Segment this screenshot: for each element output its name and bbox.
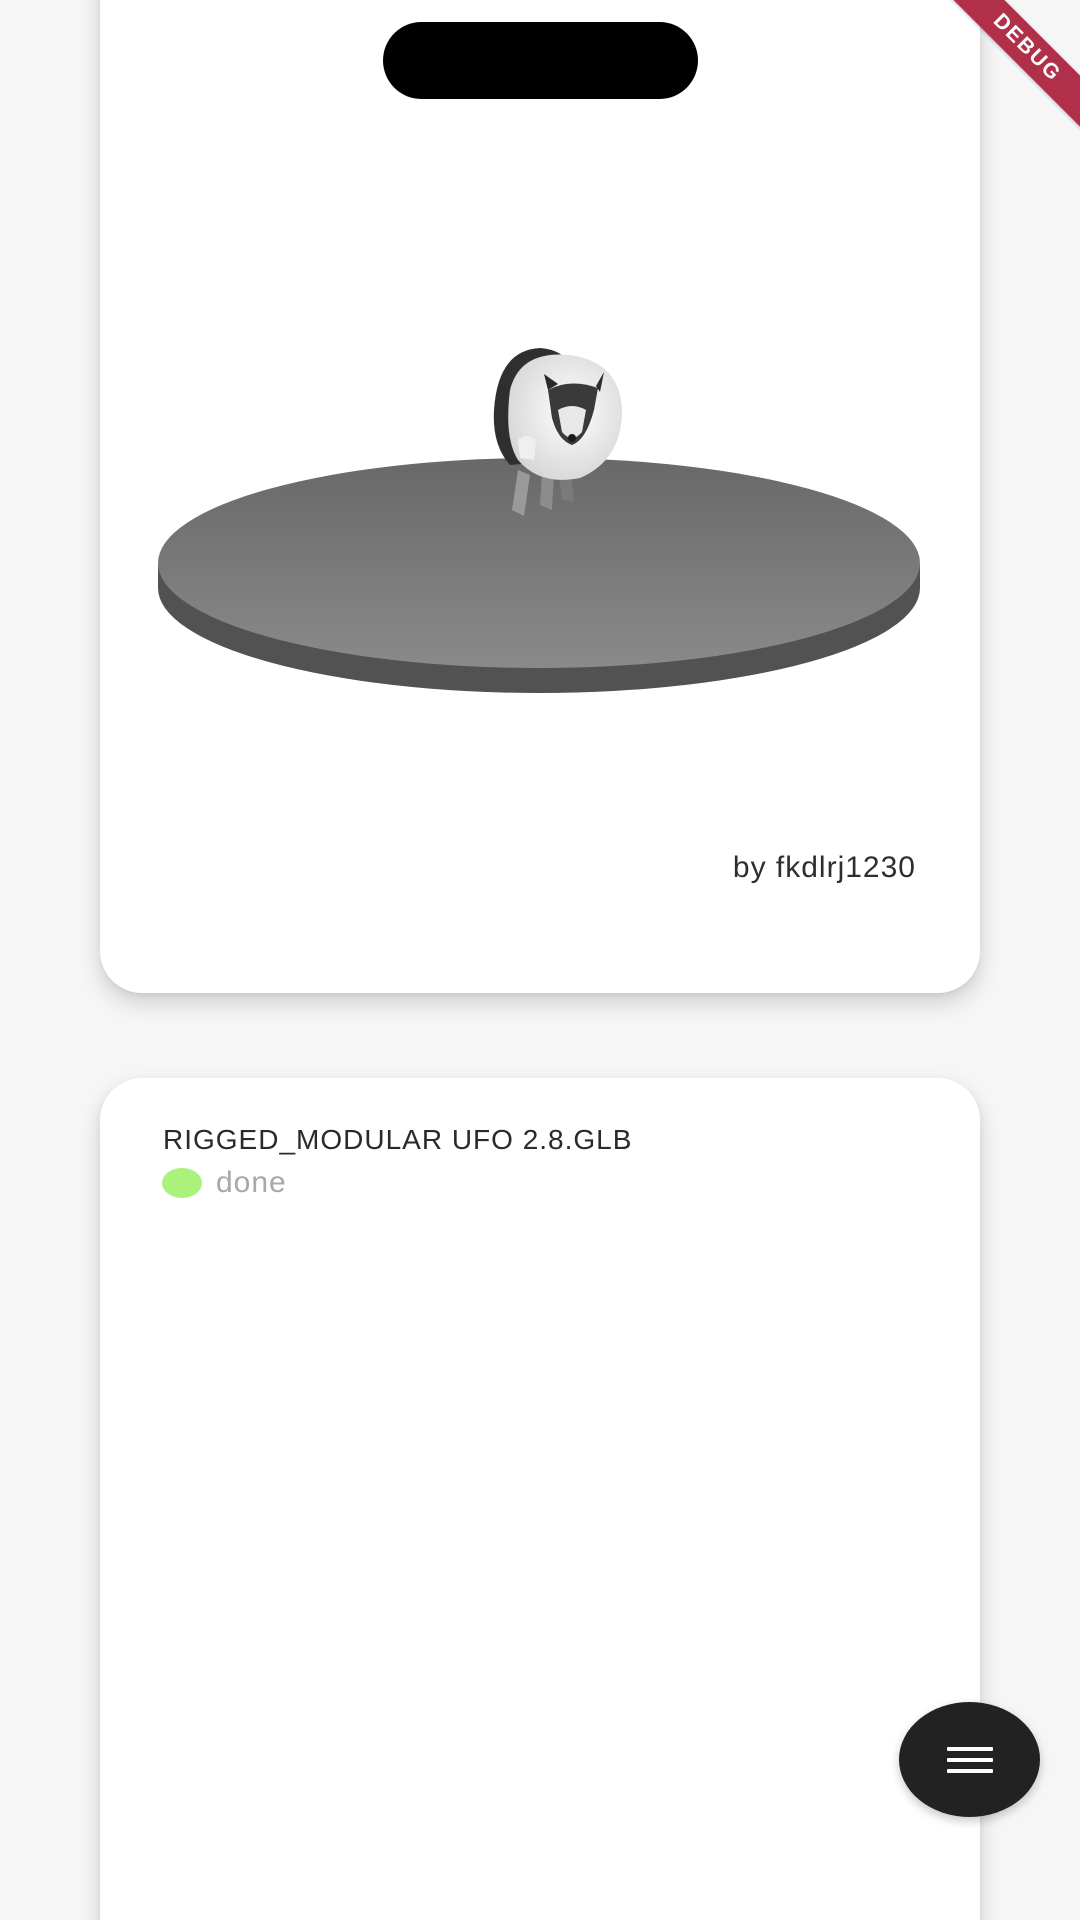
hamburger-menu-icon — [946, 1743, 993, 1776]
app-screen: by fkdlrj1230 RIGGED_MODULAR UFO 2.8.GLB… — [0, 0, 1080, 1920]
platform-disc — [158, 458, 920, 693]
camera-notch — [383, 22, 698, 99]
model-card[interactable]: RIGGED_MODULAR UFO 2.8.GLB done — [100, 1078, 980, 1920]
status-dot-icon — [162, 1168, 202, 1198]
model-viewer[interactable] — [100, 0, 980, 993]
model-title: RIGGED_MODULAR UFO 2.8.GLB — [163, 1124, 633, 1155]
status-label: done — [216, 1166, 287, 1199]
author-label: by fkdlrj1230 — [732, 851, 916, 884]
menu-button[interactable] — [899, 1702, 1040, 1817]
model-card[interactable]: by fkdlrj1230 — [100, 0, 980, 993]
status-row: done — [162, 1166, 287, 1200]
